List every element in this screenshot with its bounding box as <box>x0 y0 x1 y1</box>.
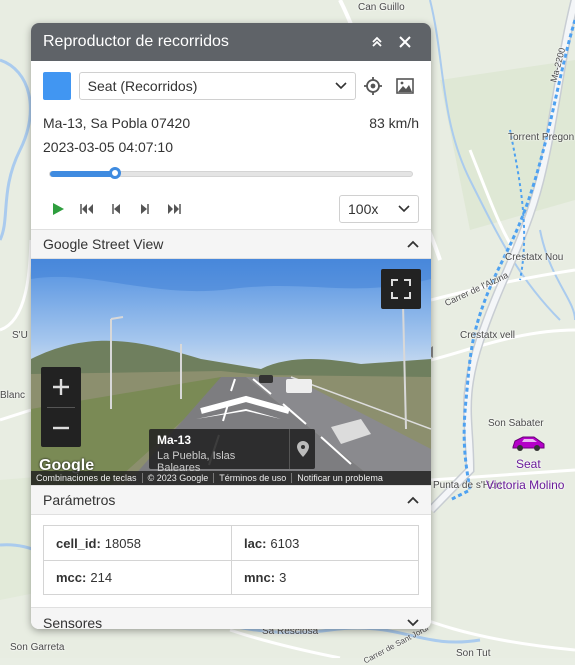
param-value: 214 <box>90 570 113 585</box>
chevron-down-icon <box>335 82 347 90</box>
route-player-panel: Reproductor de recorridos Seat (Recorrid… <box>31 23 431 629</box>
progress-thumb[interactable] <box>109 167 122 179</box>
playback-speed-value: 100x <box>348 201 379 217</box>
street-view-section-header[interactable]: Google Street View <box>31 229 431 259</box>
panel-titlebar: Reproductor de recorridos <box>31 23 431 61</box>
play-icon <box>52 203 64 215</box>
fast-rewind-icon <box>79 204 93 214</box>
zoom-in-button[interactable] <box>41 367 81 407</box>
map-label: S'U <box>12 330 28 341</box>
progress-track[interactable] <box>49 167 413 179</box>
vehicle-color-swatch[interactable] <box>43 72 71 100</box>
vehicle-select[interactable]: Seat (Recorridos) <box>78 72 356 100</box>
datetime-text: 2023-03-05 04:07:10 <box>43 139 173 155</box>
street-view-panorama[interactable]: Ma-13 La Puebla, Islas Baleares Google C… <box>31 259 431 485</box>
vehicle-select-value: Seat (Recorridos) <box>87 78 198 94</box>
street-view-address-text: Ma-13 La Puebla, Islas Baleares <box>149 429 289 474</box>
step-forward-button[interactable] <box>130 195 159 223</box>
param-value: 6103 <box>270 535 300 551</box>
street-view-zoom-control <box>41 367 81 447</box>
map-label: Blanc <box>0 390 26 401</box>
street-view-street: Ma-13 <box>157 433 192 447</box>
progress-fill <box>50 171 116 177</box>
map-label: Son Garreta <box>10 642 65 653</box>
playback-controls: 100x <box>31 189 431 229</box>
town-label: Victoria Molino <box>486 478 565 492</box>
car-label: Seat <box>516 457 541 471</box>
fullscreen-icon <box>391 279 411 299</box>
playback-speed-select[interactable]: 100x <box>339 195 419 223</box>
play-button[interactable] <box>43 195 72 223</box>
image-icon <box>396 78 414 94</box>
param-mnc: mnc: 3 <box>231 560 418 594</box>
copyright-text: © 2023 Google <box>147 473 209 483</box>
progress-slider[interactable] <box>31 159 431 189</box>
step-back-icon <box>111 204 120 214</box>
map-pin-icon <box>296 441 309 457</box>
street-view-fullscreen-button[interactable] <box>381 269 421 309</box>
param-key: mcc: <box>56 570 87 585</box>
vehicle-row: Seat (Recorridos) <box>31 61 431 111</box>
parameters-table: cell_id: 18058 lac: 6103 mcc: 214 mnc: 3 <box>43 525 419 595</box>
speed-text: 83 km/h <box>369 115 419 131</box>
keyboard-shortcuts-link[interactable]: Combinaciones de teclas <box>31 473 142 483</box>
image-button[interactable] <box>391 72 419 100</box>
zoom-out-button[interactable] <box>41 408 81 448</box>
collapse-button[interactable] <box>363 28 391 56</box>
map-label: Son Sabater <box>488 418 544 429</box>
sensors-section-header[interactable]: Sensores <box>31 607 431 629</box>
param-value: 3 <box>279 570 287 585</box>
map-label: Crestatx vell <box>460 330 516 341</box>
locate-button[interactable] <box>360 72 388 100</box>
skip-to-end-button[interactable] <box>159 195 188 223</box>
param-cell-id: cell_id: 18058 <box>44 526 231 560</box>
map-label: Crestatx Nou <box>505 252 564 263</box>
report-problem-link[interactable]: Notificar un problema <box>292 473 388 483</box>
param-value: 18058 <box>104 535 141 551</box>
minus-icon <box>53 426 69 430</box>
street-view-section-title: Google Street View <box>43 236 164 252</box>
street-view-map-link[interactable] <box>289 429 315 469</box>
chevron-down-icon <box>398 205 410 213</box>
street-view-footer: Combinaciones de teclas © 2023 Google Té… <box>31 471 431 485</box>
param-mcc: mcc: 214 <box>44 560 231 594</box>
param-key: lac: <box>244 535 267 551</box>
fast-forward-icon <box>167 204 181 214</box>
skip-to-start-button[interactable] <box>72 195 101 223</box>
param-key: mnc: <box>244 570 276 585</box>
chevron-down-icon <box>407 618 419 626</box>
chevron-up-icon <box>407 240 419 248</box>
panel-title: Reproductor de recorridos <box>43 33 229 50</box>
parameters-section-title: Parámetros <box>43 492 116 508</box>
close-icon <box>399 36 411 48</box>
close-button[interactable] <box>391 28 419 56</box>
param-key: cell_id: <box>56 535 101 551</box>
address-text: Ma-13, Sa Pobla 07420 <box>43 115 191 131</box>
car-marker-icon[interactable] <box>510 432 546 454</box>
crosshair-icon <box>364 77 383 95</box>
double-chevron-up-icon <box>372 36 382 47</box>
datetime-row: 2023-03-05 04:07:10 <box>31 135 431 159</box>
chevron-up-icon <box>407 496 419 504</box>
street-view-address-card: Ma-13 La Puebla, Islas Baleares <box>149 429 315 474</box>
address-row: Ma-13, Sa Pobla 07420 83 km/h <box>31 111 431 135</box>
terms-link[interactable]: Términos de uso <box>214 473 291 483</box>
sensors-section-title: Sensores <box>43 614 103 630</box>
map-label: Son Tut <box>456 648 491 659</box>
step-forward-icon <box>140 204 149 214</box>
map-label: Torrent Pregon <box>508 132 575 143</box>
map-label: Can Guillo <box>358 2 405 13</box>
plus-icon <box>53 379 69 395</box>
parameters-section-header[interactable]: Parámetros <box>31 485 431 515</box>
param-lac: lac: 6103 <box>231 526 418 560</box>
step-back-button[interactable] <box>101 195 130 223</box>
